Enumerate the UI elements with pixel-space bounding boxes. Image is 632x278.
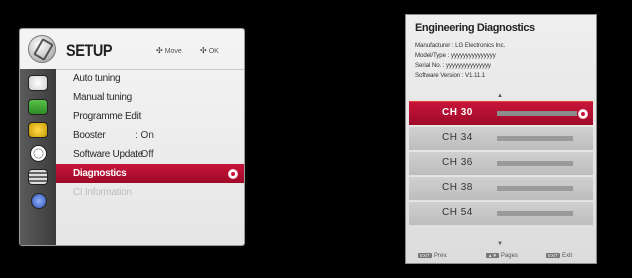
move-icon: ✣: [156, 46, 163, 55]
move-hint-label: Move: [164, 48, 182, 55]
signal-bar: [497, 111, 577, 116]
menu-item-auto-tuning[interactable]: Auto tuning: [56, 69, 244, 88]
menu-item-label: Auto tuning: [73, 73, 121, 84]
ok-hint-label: OK: [208, 48, 219, 55]
engineering-diagnostics-panel: Engineering Diagnostics Manufacturer : L…: [405, 14, 597, 264]
setup-title: SETUP: [66, 41, 113, 60]
tv-icon[interactable]: [28, 99, 48, 115]
channel-label: CH 36: [442, 157, 473, 168]
menu-item-ci-information: CI Information: [56, 183, 244, 202]
exit-key-icon: EXIT: [546, 253, 561, 258]
picture-icon[interactable]: [28, 75, 48, 91]
menu-item-booster[interactable]: Booster : On: [56, 126, 244, 145]
channel-label: CH 38: [442, 182, 473, 193]
prev-key-icon: EXIT: [418, 253, 433, 258]
scroll-down-icon[interactable]: ▼: [497, 241, 503, 247]
menu-item-diagnostics[interactable]: Diagnostics: [56, 164, 244, 183]
menu-item-label: Programme Edit: [73, 111, 142, 122]
exit-hint[interactable]: EXIT Exit: [546, 253, 572, 259]
ok-select-icon: [578, 109, 588, 119]
pages-hint[interactable]: ▲▼ Pages: [486, 253, 518, 259]
software-version-info: Software Version : V1.11.1: [415, 72, 486, 79]
setup-satellite-icon: [28, 35, 56, 63]
exit-label: Exit: [562, 253, 573, 259]
menu-item-label: Diagnostics: [73, 168, 127, 179]
option-icon[interactable]: [28, 169, 48, 185]
prev-label: Prev.: [434, 253, 448, 259]
menu-item-label: Booster: [73, 130, 106, 141]
manufacturer-info: Manufacturer : LG Electronics Inc.: [415, 42, 506, 49]
pages-label: Pages: [500, 253, 518, 259]
channel-row[interactable]: CH 34: [409, 126, 593, 150]
time-icon[interactable]: [30, 145, 47, 162]
menu-item-value: : Off: [135, 149, 154, 160]
signal-bar: [497, 136, 573, 141]
scroll-up-icon[interactable]: ▲: [497, 93, 503, 99]
signal-bar: [497, 161, 573, 166]
channel-label: CH 54: [442, 207, 473, 218]
channel-label: CH 34: [442, 132, 473, 143]
menu-item-programme-edit[interactable]: Programme Edit: [56, 107, 244, 126]
move-hint: ✣ Move: [156, 46, 182, 55]
ok-hint: ✣ OK: [200, 46, 219, 55]
prev-hint[interactable]: EXIT Prev.: [418, 253, 448, 259]
serial-number-info: Serial No. : yyyyyyyyyyyyyyy: [415, 62, 491, 69]
ok-select-icon: [228, 169, 238, 179]
diagnostics-footer: EXIT Prev. ▲▼ Pages EXIT Exit: [406, 249, 596, 263]
setup-menu-panel: SETUP ✣ Move ✣ OK Auto tuning Manual tunin…: [19, 28, 245, 246]
menu-item-label: CI Information: [73, 187, 132, 198]
channel-list: CH 30 CH 34 CH 36 CH 38 CH 54: [409, 101, 593, 226]
channel-row[interactable]: CH 36: [409, 151, 593, 175]
audio-icon[interactable]: [28, 122, 48, 138]
signal-bar: [497, 186, 573, 191]
pages-key-icon: ▲▼: [486, 253, 499, 258]
channel-row[interactable]: CH 38: [409, 176, 593, 200]
menu-item-label: Manual tuning: [73, 92, 132, 103]
menu-item-value: : On: [135, 130, 154, 141]
diagnostics-title: Engineering Diagnostics: [415, 22, 535, 34]
setup-header: SETUP ✣ Move ✣ OK: [20, 29, 244, 70]
setup-sidebar: [20, 69, 56, 245]
ok-icon: ✣: [200, 46, 207, 55]
menu-item-software-update[interactable]: Software Update: Off: [56, 145, 244, 164]
channel-row[interactable]: CH 54: [409, 201, 593, 225]
menu-item-label: Software Update: [73, 149, 143, 160]
globe-icon[interactable]: [31, 193, 47, 209]
signal-bar: [497, 211, 573, 216]
channel-row[interactable]: CH 30: [409, 101, 593, 125]
channel-label: CH 30: [442, 107, 473, 118]
menu-item-manual-tuning[interactable]: Manual tuning: [56, 88, 244, 107]
model-type-info: Model/Type : yyyyyyyyyyyyyyy: [415, 52, 496, 59]
setup-menu-list: Auto tuning Manual tuning Programme Edit…: [56, 69, 244, 202]
